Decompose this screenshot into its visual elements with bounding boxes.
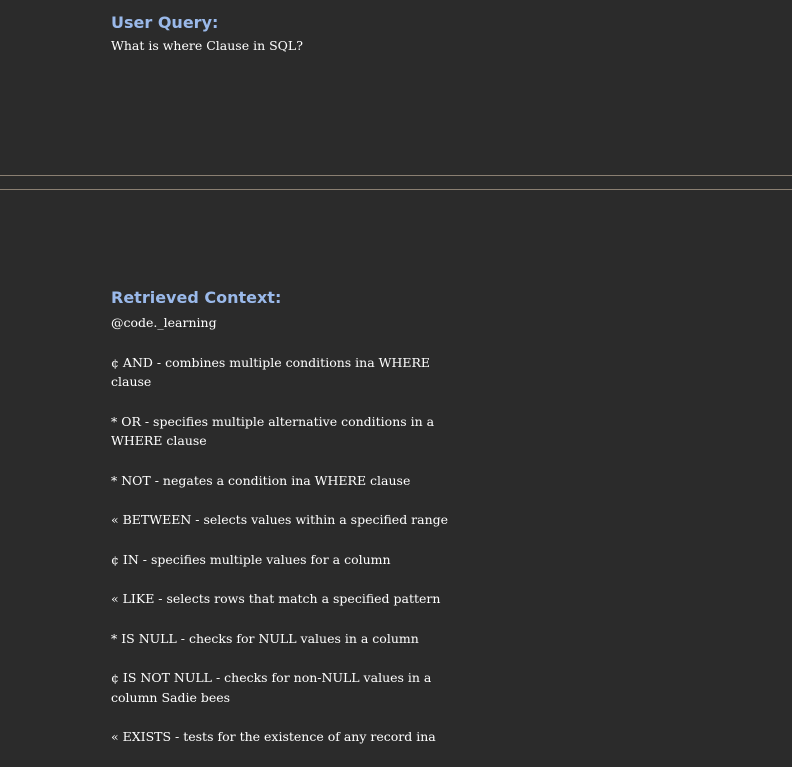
context-item-exists: « EXISTS - tests for the existence of an… bbox=[111, 729, 436, 744]
context-item-or: * OR - specifies multiple alternative co… bbox=[111, 413, 435, 449]
retrieved-context-heading: Retrieved Context: bbox=[111, 288, 282, 307]
retrieved-context-panel: Retrieved Context: @code._learning ¢ AND… bbox=[0, 190, 792, 747]
context-item-between: « BETWEEN - selects values within a spec… bbox=[111, 512, 449, 527]
user-query-heading: User Query: bbox=[111, 13, 219, 32]
context-item-is-null: * IS NULL - checks for NULL values in a … bbox=[111, 630, 419, 646]
user-query-panel: User Query: What is where Clause in SQL? bbox=[0, 0, 792, 175]
retrieved-context-body: @code._learning ¢ AND - combines multipl… bbox=[111, 313, 451, 767]
context-item-not: * NOT - negates a condition ina WHERE cl… bbox=[111, 472, 411, 488]
user-query-text: What is where Clause in SQL? bbox=[111, 38, 303, 53]
context-item-and: ¢ AND - combines multiple conditions ina… bbox=[111, 354, 431, 390]
context-source: @code._learning bbox=[111, 315, 217, 330]
section-divider-top bbox=[0, 175, 792, 176]
context-item-like: « LIKE - selects rows that match a speci… bbox=[111, 591, 441, 606]
context-item-in: ¢ IN - specifies multiple values for a c… bbox=[111, 551, 391, 567]
context-item-is-not-null: ¢ IS NOT NULL - checks for non-NULL valu… bbox=[111, 670, 432, 705]
